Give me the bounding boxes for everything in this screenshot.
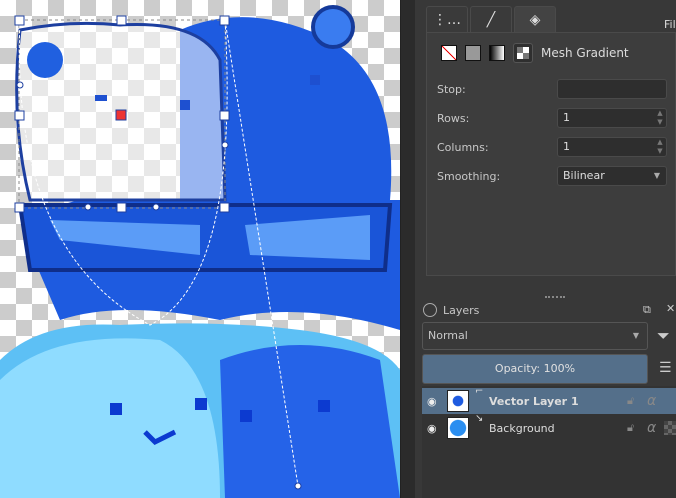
- alpha-lock-icon[interactable]: α: [647, 420, 656, 436]
- close-icon[interactable]: ✕: [666, 302, 675, 315]
- fill-type-label: Mesh Gradient: [541, 46, 629, 60]
- eye-icon[interactable]: ◉: [427, 422, 437, 435]
- stop-label: Stop:: [437, 83, 466, 96]
- chevron-down-icon: ▼: [632, 331, 639, 340]
- lock-layer-icon[interactable]: 🔓︎: [627, 421, 634, 435]
- fill-bucket-icon[interactable]: ◈: [514, 6, 556, 33]
- alpha-lock-icon[interactable]: α: [647, 393, 656, 409]
- smoothing-value: Bilinear: [563, 169, 605, 182]
- lock-layer-icon[interactable]: 🔓︎: [627, 394, 634, 408]
- rows-spinbox[interactable]: 1 ▲ ▼: [557, 108, 667, 128]
- smoothing-select[interactable]: Bilinear ▼: [557, 166, 667, 186]
- fill-options: Mesh Gradient Stop: Rows: 1 ▲ ▼ Columns: 1…: [426, 32, 676, 276]
- layer-thumbnail: [447, 390, 469, 412]
- blend-mode-value: Normal: [428, 329, 468, 342]
- menu-icon[interactable]: ☰: [659, 360, 672, 376]
- canvas[interactable]: [0, 0, 400, 498]
- columns-label: Columns:: [437, 141, 489, 154]
- eye-icon[interactable]: ◉: [427, 395, 437, 408]
- columns-value: 1: [563, 140, 570, 153]
- chevron-down-icon: ▼: [653, 171, 660, 180]
- blend-mode-select[interactable]: Normal ▼: [422, 322, 648, 350]
- panel-splitter[interactable]: [400, 0, 415, 498]
- layer-name: Background: [489, 421, 555, 435]
- opacity-value: Opacity: 100%: [494, 362, 576, 375]
- gradient-fill-button[interactable]: [489, 45, 505, 61]
- docker-resize-handle[interactable]: [545, 296, 565, 298]
- layer-row-vector-layer-1[interactable]: ◉ ⌐ Vector Layer 1 🔓︎ α: [422, 386, 676, 414]
- layer-name: Vector Layer 1: [489, 394, 579, 408]
- lock-icon[interactable]: [423, 303, 437, 317]
- solid-fill-button[interactable]: [465, 45, 481, 61]
- smoothing-label: Smoothing:: [437, 170, 501, 183]
- layer-row-background[interactable]: ◉ ↘ Background 🔓︎ α: [422, 413, 676, 441]
- inherit-alpha-icon[interactable]: [664, 421, 676, 435]
- shape-icon[interactable]: ⋮…: [426, 6, 468, 32]
- tab-fill-label: Fil: [664, 18, 676, 31]
- opacity-slider[interactable]: Opacity: 100%: [422, 354, 648, 384]
- filter-icon[interactable]: ⏷: [657, 326, 670, 346]
- artwork: [0, 5, 400, 498]
- paint-layer-icon: ↘: [475, 413, 484, 424]
- layers-header: Layers: [423, 303, 479, 317]
- no-fill-button[interactable]: [441, 45, 457, 61]
- layer-thumbnail: [447, 417, 469, 439]
- rows-value: 1: [563, 111, 570, 124]
- stop-color-field[interactable]: [557, 79, 667, 99]
- rows-label: Rows:: [437, 112, 470, 125]
- vector-layer-icon: ⌐: [475, 386, 484, 397]
- columns-spinbox[interactable]: 1 ▲ ▼: [557, 137, 667, 157]
- spin-arrows-icon[interactable]: ▲ ▼: [654, 138, 666, 156]
- float-docker-icon[interactable]: ⧉: [643, 303, 651, 317]
- mesh-gradient-button[interactable]: [513, 43, 533, 63]
- stroke-icon[interactable]: ╱: [470, 6, 512, 32]
- layers-title: Layers: [443, 303, 480, 317]
- spin-arrows-icon[interactable]: ▲ ▼: [654, 109, 666, 127]
- tool-options-tabs: ⋮… ╱ ◈: [426, 6, 556, 33]
